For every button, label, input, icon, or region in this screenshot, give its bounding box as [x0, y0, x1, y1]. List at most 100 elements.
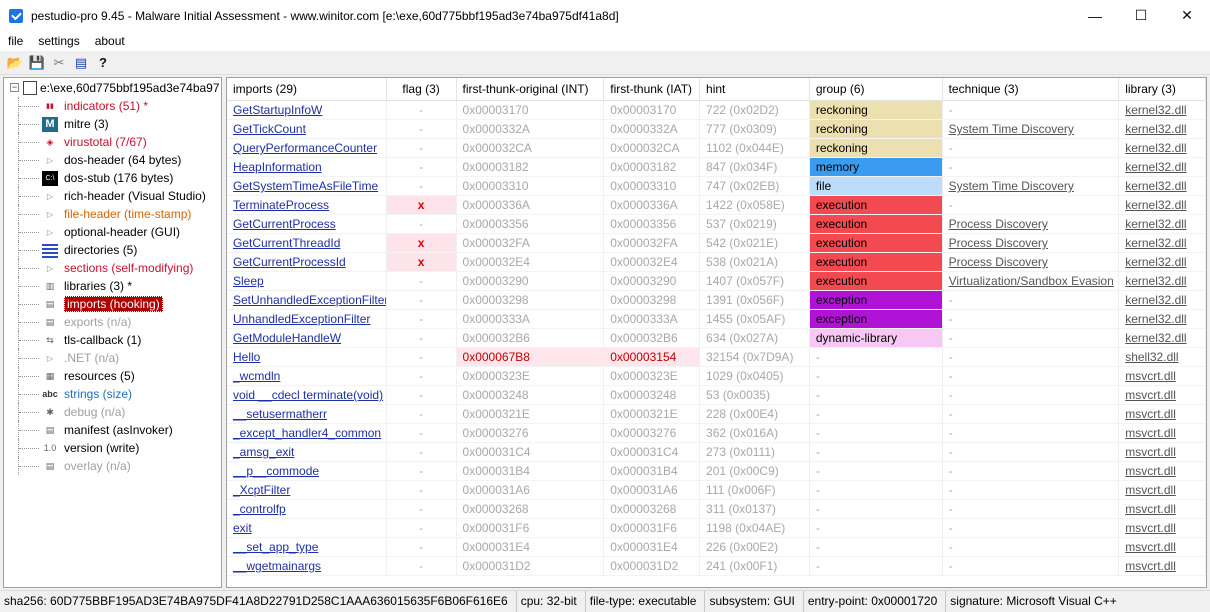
tree-item[interactable]: ◈ virustotal (7/67) [4, 133, 221, 151]
table-row[interactable]: GetModuleHandleW -0x000032B6 0x000032B6 634… [227, 329, 1206, 348]
tree-item[interactable]: ▷ optional-header (GUI) [4, 223, 221, 241]
import-name[interactable]: GetTickCount [227, 120, 387, 139]
header-iat[interactable]: first-thunk (IAT) [604, 78, 701, 101]
menu-file[interactable]: file [0, 34, 30, 48]
tree-item[interactable]: ▷ sections (self-modifying) [4, 259, 221, 277]
import-name[interactable]: _XcptFilter [227, 481, 387, 500]
table-row[interactable]: QueryPerformanceCounter -0x000032CA 0x0000… [227, 139, 1206, 158]
save-icon[interactable]: 💾 [26, 53, 48, 73]
table-row[interactable]: __wgetmainargs -0x000031D2 0x000031D2 241 (… [227, 557, 1206, 576]
tree-item[interactable]: ▤ overlay (n/a) [4, 457, 221, 475]
header-group[interactable]: group (6) [810, 78, 943, 101]
library-cell[interactable]: kernel32.dll [1119, 234, 1206, 253]
menu-about[interactable]: about [87, 34, 132, 48]
import-name[interactable]: TerminateProcess [227, 196, 387, 215]
library-cell[interactable]: msvcrt.dll [1119, 519, 1206, 538]
header-int[interactable]: first-thunk-original (INT) [457, 78, 605, 101]
tree-item[interactable]: ✱ debug (n/a) [4, 403, 221, 421]
import-name[interactable]: QueryPerformanceCounter [227, 139, 387, 158]
table-row[interactable]: GetCurrentProcess -0x00003356 0x00003356 53… [227, 215, 1206, 234]
import-name[interactable]: __set_app_type [227, 538, 387, 557]
tree-item[interactable]: ▮▮ indicators (51) * [4, 97, 221, 115]
header-technique[interactable]: technique (3) [943, 78, 1120, 101]
tree-item[interactable]: directories (5) [4, 241, 221, 259]
table-row[interactable]: GetSystemTimeAsFileTime -0x00003310 0x0000… [227, 177, 1206, 196]
cut-icon[interactable]: ✂ [48, 53, 70, 73]
import-name[interactable]: GetStartupInfoW [227, 101, 387, 120]
close-button[interactable]: ✕ [1164, 0, 1210, 31]
table-row[interactable]: Sleep -0x00003290 0x00003290 1407 (0x057F) e… [227, 272, 1206, 291]
import-name[interactable]: _wcmdln [227, 367, 387, 386]
import-name[interactable]: SetUnhandledExceptionFilter [227, 291, 387, 310]
library-cell[interactable]: msvcrt.dll [1119, 481, 1206, 500]
tree-item[interactable]: ▤ manifest (asInvoker) [4, 421, 221, 439]
import-name[interactable]: __setusermatherr [227, 405, 387, 424]
library-cell[interactable]: msvcrt.dll [1119, 443, 1206, 462]
tree-item[interactable]: ▤ exports (n/a) [4, 313, 221, 331]
table-row[interactable]: _controlfp -0x00003268 0x00003268 311 (0x01… [227, 500, 1206, 519]
table-row[interactable]: SetUnhandledExceptionFilter -0x00003298 0x… [227, 291, 1206, 310]
table-row[interactable]: _XcptFilter -0x000031A6 0x000031A6 111 (0x0… [227, 481, 1206, 500]
maximize-button[interactable]: ☐ [1118, 0, 1164, 31]
tree-root[interactable]: − e:\exe,60d775bbf195ad3e74ba97 [4, 78, 221, 97]
library-cell[interactable]: msvcrt.dll [1119, 386, 1206, 405]
table-row[interactable]: GetStartupInfoW -0x00003170 0x00003170 722 … [227, 101, 1206, 120]
library-cell[interactable]: kernel32.dll [1119, 291, 1206, 310]
tree-item[interactable]: ▥ libraries (3) * [4, 277, 221, 295]
open-folder-icon[interactable]: 📂 [4, 53, 26, 73]
library-cell[interactable]: kernel32.dll [1119, 253, 1206, 272]
tree-item[interactable]: Mmitre (3) [4, 115, 221, 133]
import-name[interactable]: Sleep [227, 272, 387, 291]
import-name[interactable]: _except_handler4_common [227, 424, 387, 443]
library-cell[interactable]: kernel32.dll [1119, 196, 1206, 215]
tree-item[interactable]: C:\ dos-stub (176 bytes) [4, 169, 221, 187]
library-cell[interactable]: msvcrt.dll [1119, 538, 1206, 557]
header-imports[interactable]: imports (29) [227, 78, 387, 101]
tree-item[interactable]: ▦ resources (5) [4, 367, 221, 385]
table-row[interactable]: _amsg_exit -0x000031C4 0x000031C4 273 (0x01… [227, 443, 1206, 462]
library-cell[interactable]: msvcrt.dll [1119, 424, 1206, 443]
library-cell[interactable]: kernel32.dll [1119, 158, 1206, 177]
library-cell[interactable]: kernel32.dll [1119, 272, 1206, 291]
table-row[interactable]: _except_handler4_common -0x00003276 0x0000… [227, 424, 1206, 443]
library-cell[interactable]: kernel32.dll [1119, 120, 1206, 139]
library-cell[interactable]: kernel32.dll [1119, 310, 1206, 329]
tree-item[interactable]: ▤ imports (hooking) [4, 295, 221, 313]
import-name[interactable]: GetSystemTimeAsFileTime [227, 177, 387, 196]
import-name[interactable]: __wgetmainargs [227, 557, 387, 576]
library-cell[interactable]: kernel32.dll [1119, 177, 1206, 196]
table-row[interactable]: exit -0x000031F6 0x000031F6 1198 (0x04AE) - -… [227, 519, 1206, 538]
table-row[interactable]: TerminateProcess x 0x0000336A 0x0000336A 142… [227, 196, 1206, 215]
import-name[interactable]: UnhandledExceptionFilter [227, 310, 387, 329]
library-cell[interactable]: kernel32.dll [1119, 329, 1206, 348]
help-icon[interactable]: ? [92, 53, 114, 73]
library-cell[interactable]: shell32.dll [1119, 348, 1206, 367]
table-row[interactable]: GetCurrentThreadId x 0x000032FA 0x000032FA 5… [227, 234, 1206, 253]
table-row[interactable]: GetTickCount -0x0000332A 0x0000332A 777 (0x… [227, 120, 1206, 139]
list-icon[interactable]: ▤ [70, 53, 92, 73]
table-row[interactable]: __setusermatherr -0x0000321E 0x0000321E 228… [227, 405, 1206, 424]
table-row[interactable]: HeapInformation -0x00003182 0x00003182 847 … [227, 158, 1206, 177]
table-row[interactable]: GetCurrentProcessId x 0x000032E4 0x000032E4… [227, 253, 1206, 272]
header-library[interactable]: library (3) [1119, 78, 1206, 101]
table-row[interactable]: __p__commode -0x000031B4 0x000031B4 201 (0x… [227, 462, 1206, 481]
tree-item[interactable]: ▷ .NET (n/a) [4, 349, 221, 367]
menu-settings[interactable]: settings [30, 34, 86, 48]
header-flag[interactable]: flag (3) [387, 78, 457, 101]
library-cell[interactable]: kernel32.dll [1119, 139, 1206, 158]
library-cell[interactable]: msvcrt.dll [1119, 500, 1206, 519]
import-name[interactable]: _amsg_exit [227, 443, 387, 462]
import-name[interactable]: __p__commode [227, 462, 387, 481]
library-cell[interactable]: msvcrt.dll [1119, 557, 1206, 576]
tree-item[interactable]: abc strings (size) [4, 385, 221, 403]
library-cell[interactable]: msvcrt.dll [1119, 367, 1206, 386]
header-hint[interactable]: hint [700, 78, 810, 101]
import-name[interactable]: exit [227, 519, 387, 538]
tree-item[interactable]: ⇆ tls-callback (1) [4, 331, 221, 349]
table-row[interactable]: UnhandledExceptionFilter -0x0000333A 0x000… [227, 310, 1206, 329]
import-name[interactable]: GetCurrentThreadId [227, 234, 387, 253]
tree-item[interactable]: ▷ file-header (time-stamp) [4, 205, 221, 223]
table-row[interactable]: __set_app_type -0x000031E4 0x000031E4 226 (… [227, 538, 1206, 557]
tree-item[interactable]: 1.0 version (write) [4, 439, 221, 457]
library-cell[interactable]: msvcrt.dll [1119, 462, 1206, 481]
